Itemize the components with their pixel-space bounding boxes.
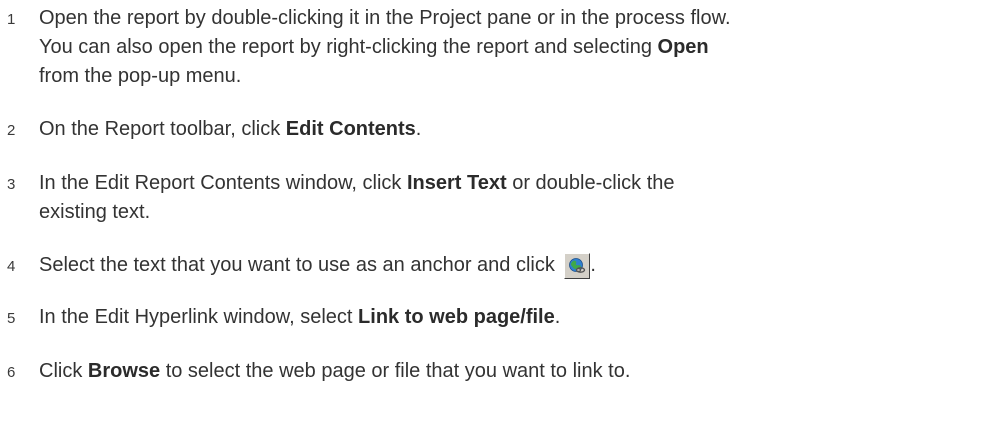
step-number: 4 xyxy=(7,258,16,275)
step-bold-command: Browse xyxy=(87,360,161,382)
instruction-steps: 1 Open the report by double-clicking it … xyxy=(0,0,993,387)
step-text-segment: Click xyxy=(39,360,88,382)
step-number: 2 xyxy=(7,122,16,139)
step-text-segment: Select the text that you want to use as … xyxy=(39,254,561,276)
step-text-segment: . xyxy=(415,118,422,140)
hyperlink-globe-icon xyxy=(564,253,591,279)
step-text: In the Edit Report Contents window, clic… xyxy=(39,169,993,227)
step-2: 2 On the Report toolbar, click Edit Cont… xyxy=(0,115,993,145)
step-text: Click Browse to select the web page or f… xyxy=(39,357,993,386)
step-number: 1 xyxy=(7,11,16,28)
step-text-segment: . xyxy=(554,306,561,328)
step-4: 4 Select the text that you want to use a… xyxy=(0,251,993,281)
step-text-line: existing text. xyxy=(39,201,151,223)
step-text-line: from the pop-up menu. xyxy=(39,65,242,87)
step-number: 6 xyxy=(7,364,16,381)
step-text-line: Open the report by double-clicking it in… xyxy=(39,7,731,29)
step-5: 5 In the Edit Hyperlink window, select L… xyxy=(0,303,993,333)
step-number: 5 xyxy=(7,310,16,327)
step-text-segment: In the Edit Report Contents window, clic… xyxy=(39,172,407,194)
step-1: 1 Open the report by double-clicking it … xyxy=(0,4,993,91)
step-bold-command: Insert Text xyxy=(406,172,507,194)
step-text-segment: or double-click the xyxy=(506,172,675,194)
step-bold-command: Link to web page/file xyxy=(358,306,555,328)
step-text: Select the text that you want to use as … xyxy=(39,251,993,280)
step-text-segment: In the Edit Hyperlink window, select xyxy=(39,306,359,328)
step-text: Open the report by double-clicking it in… xyxy=(39,4,993,91)
step-text-segment: to select the web page or file that you … xyxy=(160,360,631,382)
step-text-segment: On the Report toolbar, click xyxy=(39,118,286,140)
step-text: In the Edit Hyperlink window, select Lin… xyxy=(39,303,993,332)
step-text: On the Report toolbar, click Edit Conten… xyxy=(39,115,993,144)
step-text-segment: . xyxy=(590,254,596,276)
step-text-segment: You can also open the report by right-cl… xyxy=(39,36,658,58)
step-bold-command: Open xyxy=(657,36,709,58)
step-bold-command: Edit Contents xyxy=(285,118,416,140)
step-6: 6 Click Browse to select the web page or… xyxy=(0,357,993,387)
step-number: 3 xyxy=(7,176,16,193)
step-3: 3 In the Edit Report Contents window, cl… xyxy=(0,169,993,227)
